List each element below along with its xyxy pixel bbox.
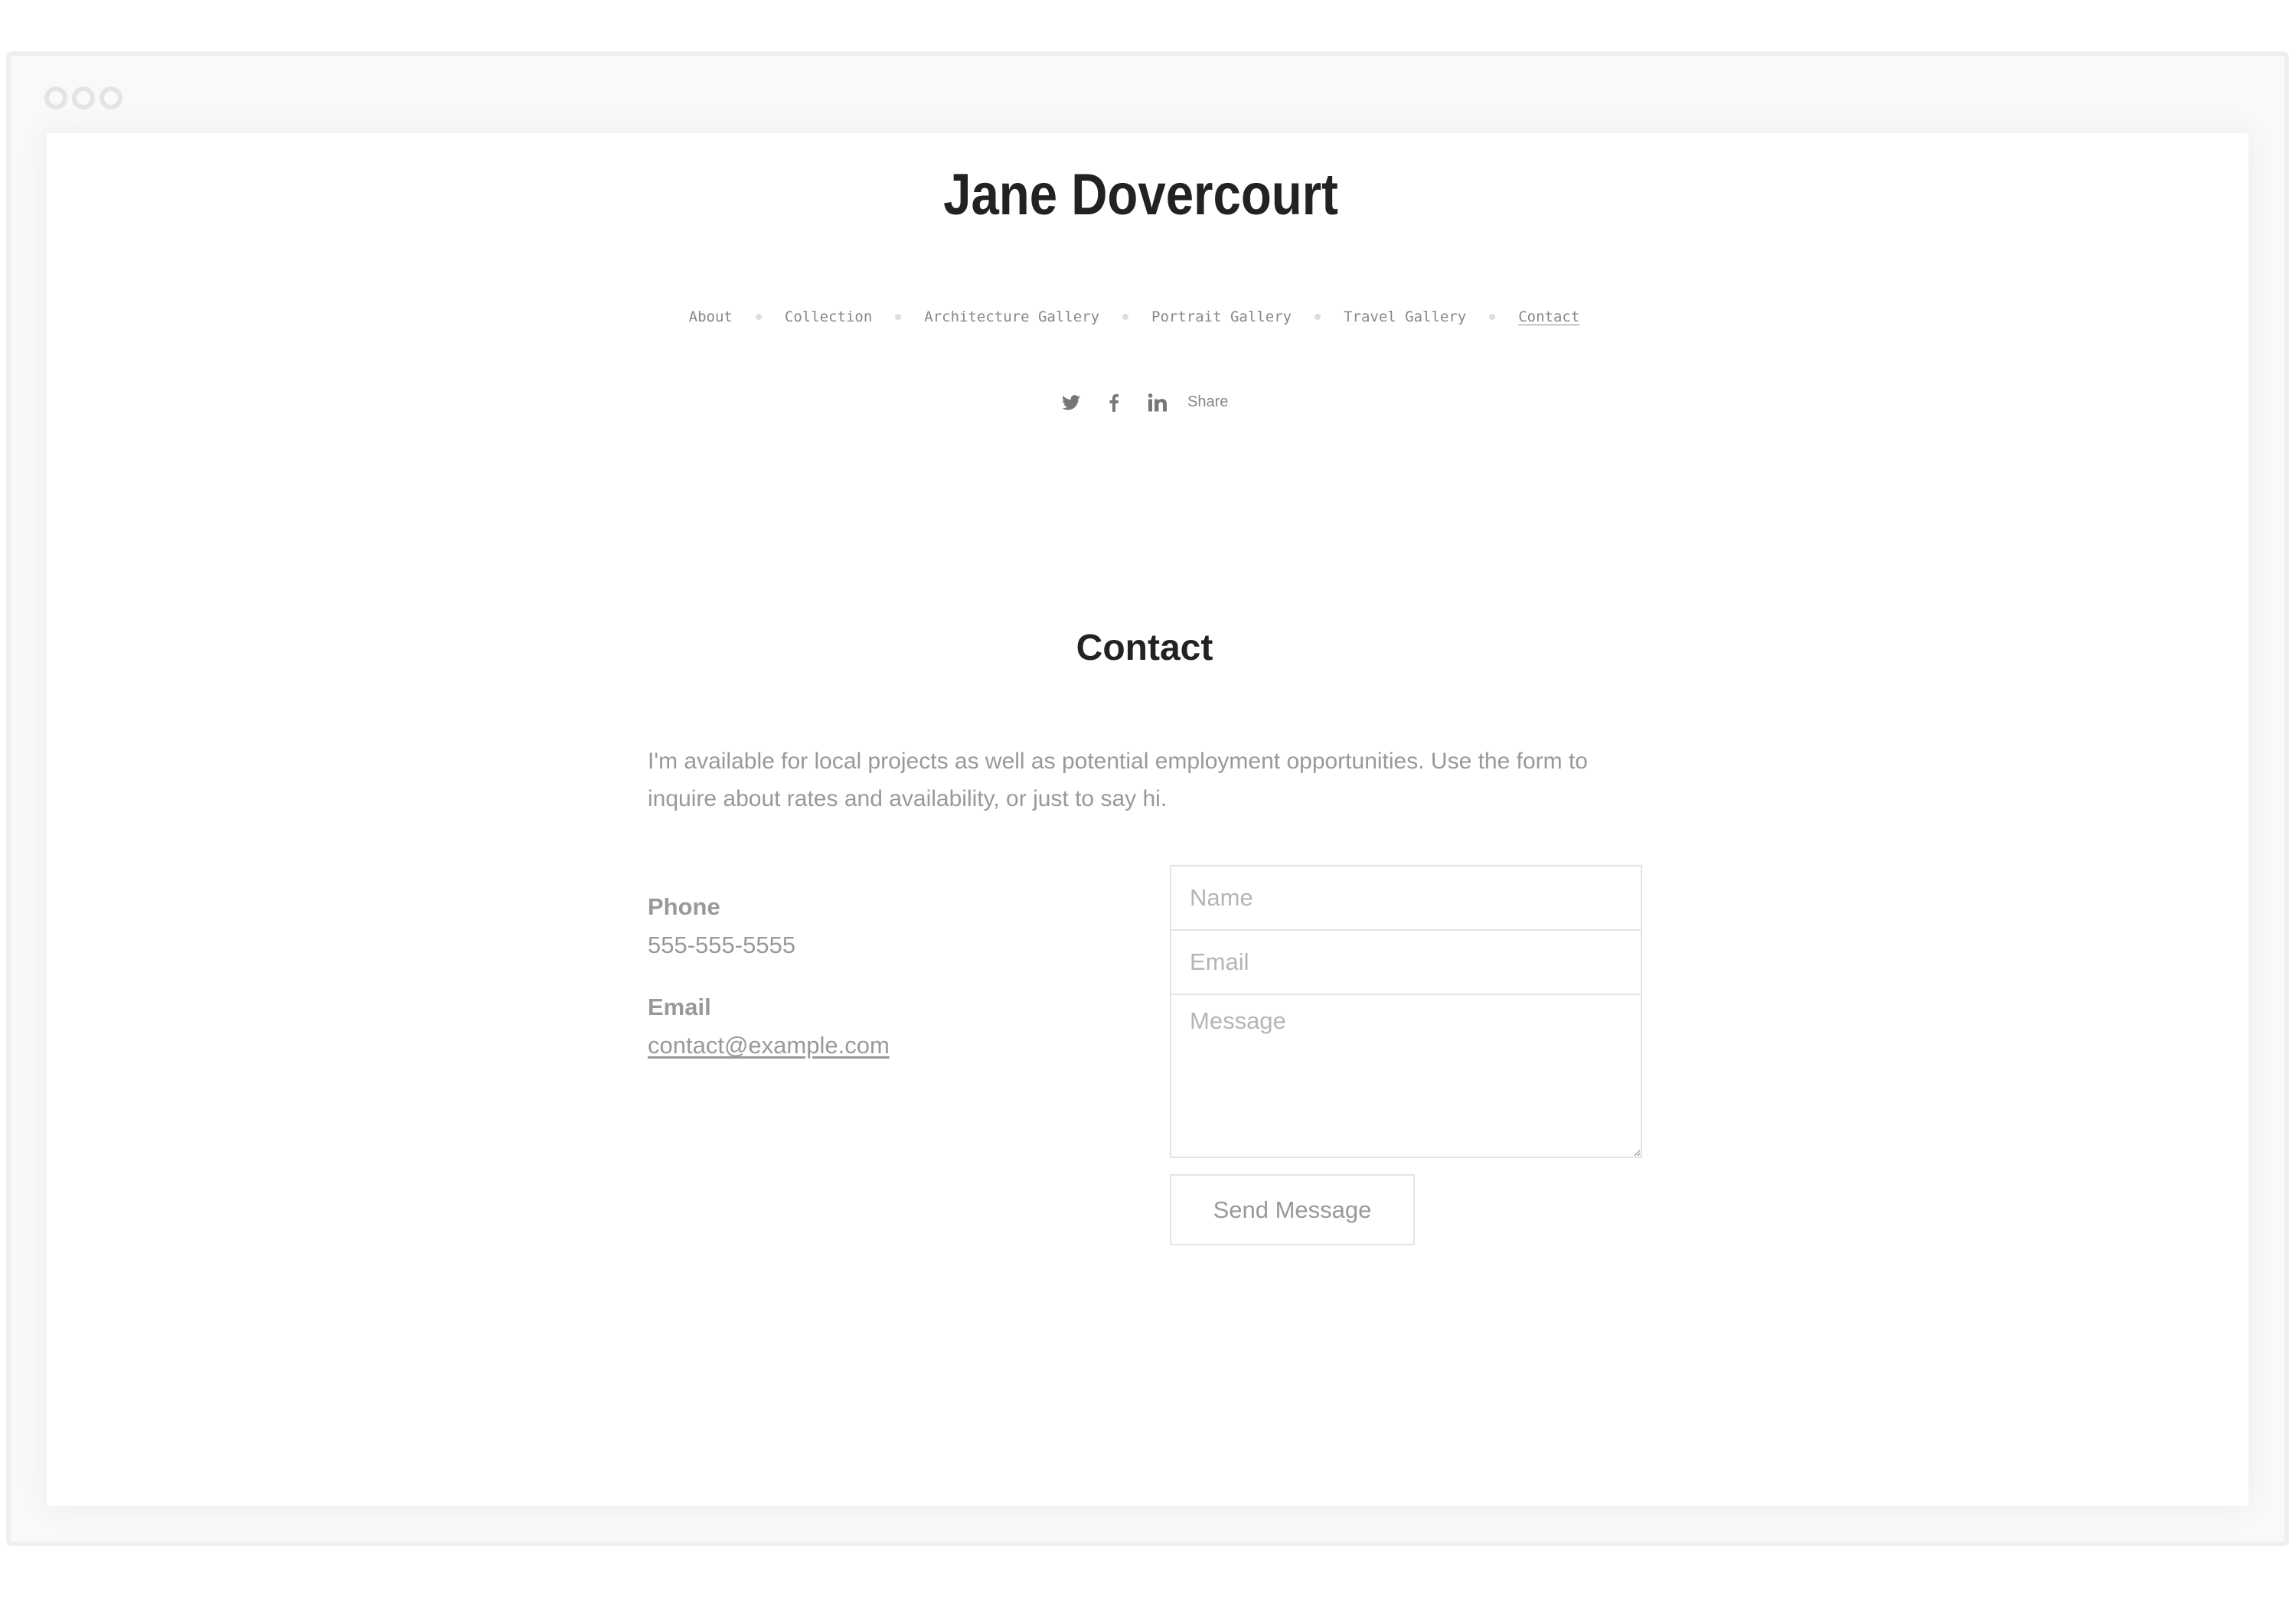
email-input[interactable] <box>1170 929 1642 995</box>
nav-item-about[interactable]: About <box>689 308 733 325</box>
site-title[interactable]: Jane Dovercourt <box>160 161 2122 230</box>
contact-heading: Contact <box>1076 628 1213 668</box>
nav-separator <box>895 314 902 320</box>
contact-form <box>1170 865 1642 1158</box>
linkedin-icon[interactable] <box>1148 393 1167 413</box>
window-minimize-button[interactable] <box>72 86 95 109</box>
window-maximize-button[interactable] <box>100 86 122 109</box>
phone-info: Phone 555-555-5555 <box>648 888 795 964</box>
nav-item-contact[interactable]: Contact <box>1518 308 1579 325</box>
nav-item-portrait-gallery[interactable]: Portrait Gallery <box>1151 308 1292 325</box>
email-info: Email contact@example.com <box>648 988 890 1065</box>
phone-label: Phone <box>648 893 720 920</box>
phone-value: 555-555-5555 <box>648 932 796 958</box>
twitter-icon[interactable] <box>1062 393 1080 413</box>
social-share-bar: Share <box>0 387 2296 417</box>
window-close-button[interactable] <box>44 86 67 109</box>
nav-item-architecture-gallery[interactable]: Architecture Gallery <box>924 308 1099 325</box>
nav-separator <box>1122 314 1129 320</box>
nav-separator <box>755 314 762 320</box>
nav-item-travel-gallery[interactable]: Travel Gallery <box>1344 308 1466 325</box>
window-controls <box>44 86 122 109</box>
nav-separator <box>1315 314 1321 320</box>
message-textarea[interactable] <box>1170 994 1642 1158</box>
share-link[interactable]: Share <box>1187 393 1228 411</box>
email-label: Email <box>648 994 711 1020</box>
facebook-icon[interactable] <box>1109 393 1119 413</box>
nav-separator <box>1489 314 1496 320</box>
name-input[interactable] <box>1170 865 1642 931</box>
main-nav: About Collection Architecture Gallery Po… <box>0 308 2268 325</box>
email-link[interactable]: contact@example.com <box>648 1032 890 1059</box>
page-content <box>47 133 2249 1506</box>
send-message-button[interactable]: Send Message <box>1170 1174 1415 1245</box>
contact-intro-text: I'm available for local projects as well… <box>648 749 1588 811</box>
nav-item-collection[interactable]: Collection <box>785 308 872 325</box>
